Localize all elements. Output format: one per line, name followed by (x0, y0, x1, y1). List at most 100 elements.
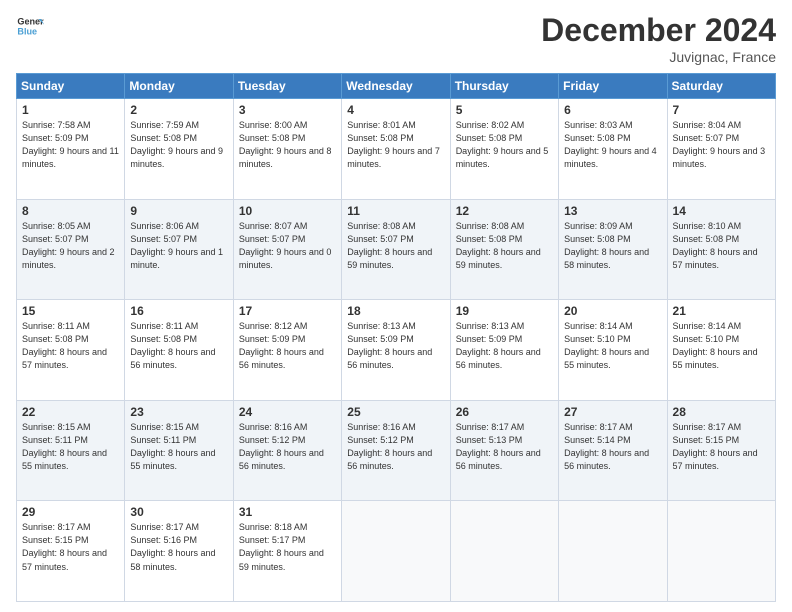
day-number: 17 (239, 304, 336, 318)
table-row: 20 Sunrise: 8:14 AMSunset: 5:10 PMDayligh… (559, 300, 667, 401)
day-info: Sunrise: 8:00 AMSunset: 5:08 PMDaylight:… (239, 119, 336, 171)
table-row (450, 501, 558, 602)
table-row: 7Sunrise: 8:04 AMSunset: 5:07 PMDaylight… (667, 99, 775, 200)
day-number: 27 (564, 405, 661, 419)
day-info: Sunrise: 8:14 AMSunset: 5:10 PMDaylight:… (564, 320, 661, 372)
day-info: Sunrise: 8:18 AMSunset: 5:17 PMDaylight:… (239, 521, 336, 573)
day-info: Sunrise: 7:58 AMSunset: 5:09 PMDaylight:… (22, 119, 119, 171)
table-row: 30Sunrise: 8:17 AMSunset: 5:16 PMDayligh… (125, 501, 233, 602)
table-row: 5 Sunrise: 8:02 AMSunset: 5:08 PMDaylight… (450, 99, 558, 200)
day-number: 14 (673, 204, 770, 218)
day-number: 19 (456, 304, 553, 318)
day-info: Sunrise: 8:07 AMSunset: 5:07 PMDaylight:… (239, 220, 336, 272)
month-title: December 2024 (541, 12, 776, 49)
table-row: 15 Sunrise: 8:11 AMSunset: 5:08 PMDayligh… (17, 300, 125, 401)
day-info: Sunrise: 8:06 AMSunset: 5:07 PMDaylight:… (130, 220, 227, 272)
day-number: 22 (22, 405, 119, 419)
day-info: Sunrise: 8:17 AMSunset: 5:14 PMDaylight:… (564, 421, 661, 473)
day-number: 23 (130, 405, 227, 419)
day-info: Sunrise: 8:05 AMSunset: 5:07 PMDaylight:… (22, 220, 119, 272)
calendar-week-row: 29 Sunrise: 8:17 AMSunset: 5:15 PMDayligh… (17, 501, 776, 602)
day-number: 5 (456, 103, 553, 117)
header-monday: Monday (125, 74, 233, 99)
day-info: Sunrise: 8:09 AMSunset: 5:08 PMDaylight:… (564, 220, 661, 272)
table-row: 8 Sunrise: 8:05 AMSunset: 5:07 PMDaylight… (17, 199, 125, 300)
day-number: 3 (239, 103, 336, 117)
day-number: 13 (564, 204, 661, 218)
day-number: 11 (347, 204, 444, 218)
day-number: 4 (347, 103, 444, 117)
day-info: Sunrise: 7:59 AMSunset: 5:08 PMDaylight:… (130, 119, 227, 171)
table-row: 21Sunrise: 8:14 AMSunset: 5:10 PMDayligh… (667, 300, 775, 401)
day-number: 21 (673, 304, 770, 318)
day-info: Sunrise: 8:01 AMSunset: 5:08 PMDaylight:… (347, 119, 444, 171)
day-number: 16 (130, 304, 227, 318)
table-row: 26 Sunrise: 8:17 AMSunset: 5:13 PMDayligh… (450, 400, 558, 501)
day-info: Sunrise: 8:17 AMSunset: 5:15 PMDaylight:… (22, 521, 119, 573)
header-thursday: Thursday (450, 74, 558, 99)
day-info: Sunrise: 8:15 AMSunset: 5:11 PMDaylight:… (130, 421, 227, 473)
table-row: 22 Sunrise: 8:15 AMSunset: 5:11 PMDayligh… (17, 400, 125, 501)
table-row: 9 Sunrise: 8:06 AMSunset: 5:07 PMDaylight… (125, 199, 233, 300)
table-row: 10 Sunrise: 8:07 AMSunset: 5:07 PMDayligh… (233, 199, 341, 300)
day-number: 12 (456, 204, 553, 218)
day-info: Sunrise: 8:13 AMSunset: 5:09 PMDaylight:… (347, 320, 444, 372)
header-friday: Friday (559, 74, 667, 99)
day-number: 24 (239, 405, 336, 419)
day-number: 26 (456, 405, 553, 419)
day-number: 25 (347, 405, 444, 419)
svg-text:Blue: Blue (17, 26, 37, 36)
table-row: 25 Sunrise: 8:16 AMSunset: 5:12 PMDayligh… (342, 400, 450, 501)
table-row: 29 Sunrise: 8:17 AMSunset: 5:15 PMDayligh… (17, 501, 125, 602)
day-number: 10 (239, 204, 336, 218)
table-row (667, 501, 775, 602)
table-row: 4 Sunrise: 8:01 AMSunset: 5:08 PMDaylight… (342, 99, 450, 200)
day-number: 31 (239, 505, 336, 519)
table-row: 18 Sunrise: 8:13 AMSunset: 5:09 PMDayligh… (342, 300, 450, 401)
table-row (559, 501, 667, 602)
day-info: Sunrise: 8:03 AMSunset: 5:08 PMDaylight:… (564, 119, 661, 171)
day-number: 20 (564, 304, 661, 318)
table-row: 17 Sunrise: 8:12 AMSunset: 5:09 PMDayligh… (233, 300, 341, 401)
table-row: 3 Sunrise: 8:00 AMSunset: 5:08 PMDaylight… (233, 99, 341, 200)
header: General Blue December 2024 Juvignac, Fra… (16, 12, 776, 65)
calendar-week-row: 1Sunrise: 7:58 AMSunset: 5:09 PMDaylight… (17, 99, 776, 200)
day-info: Sunrise: 8:16 AMSunset: 5:12 PMDaylight:… (239, 421, 336, 473)
day-number: 15 (22, 304, 119, 318)
table-row: 13 Sunrise: 8:09 AMSunset: 5:08 PMDayligh… (559, 199, 667, 300)
calendar-header-row: Sunday Monday Tuesday Wednesday Thursday… (17, 74, 776, 99)
day-info: Sunrise: 8:17 AMSunset: 5:15 PMDaylight:… (673, 421, 770, 473)
calendar-week-row: 15 Sunrise: 8:11 AMSunset: 5:08 PMDayligh… (17, 300, 776, 401)
day-info: Sunrise: 8:16 AMSunset: 5:12 PMDaylight:… (347, 421, 444, 473)
table-row: 12Sunrise: 8:08 AMSunset: 5:08 PMDayligh… (450, 199, 558, 300)
table-row (342, 501, 450, 602)
day-number: 6 (564, 103, 661, 117)
day-info: Sunrise: 8:15 AMSunset: 5:11 PMDaylight:… (22, 421, 119, 473)
day-number: 30 (130, 505, 227, 519)
calendar-week-row: 22 Sunrise: 8:15 AMSunset: 5:11 PMDayligh… (17, 400, 776, 501)
day-info: Sunrise: 8:11 AMSunset: 5:08 PMDaylight:… (22, 320, 119, 372)
day-number: 28 (673, 405, 770, 419)
day-number: 9 (130, 204, 227, 218)
logo-icon: General Blue (16, 12, 44, 40)
table-row: 28 Sunrise: 8:17 AMSunset: 5:15 PMDayligh… (667, 400, 775, 501)
calendar-table: Sunday Monday Tuesday Wednesday Thursday… (16, 73, 776, 602)
location: Juvignac, France (541, 49, 776, 65)
table-row: 24 Sunrise: 8:16 AMSunset: 5:12 PMDayligh… (233, 400, 341, 501)
day-number: 8 (22, 204, 119, 218)
svg-text:General: General (17, 17, 44, 27)
table-row: 27 Sunrise: 8:17 AMSunset: 5:14 PMDayligh… (559, 400, 667, 501)
day-number: 7 (673, 103, 770, 117)
day-info: Sunrise: 8:11 AMSunset: 5:08 PMDaylight:… (130, 320, 227, 372)
table-row: 31 Sunrise: 8:18 AMSunset: 5:17 PMDayligh… (233, 501, 341, 602)
day-info: Sunrise: 8:08 AMSunset: 5:07 PMDaylight:… (347, 220, 444, 272)
day-number: 18 (347, 304, 444, 318)
day-info: Sunrise: 8:02 AMSunset: 5:08 PMDaylight:… (456, 119, 553, 171)
table-row: 16 Sunrise: 8:11 AMSunset: 5:08 PMDayligh… (125, 300, 233, 401)
day-info: Sunrise: 8:17 AMSunset: 5:13 PMDaylight:… (456, 421, 553, 473)
day-number: 29 (22, 505, 119, 519)
table-row: 6 Sunrise: 8:03 AMSunset: 5:08 PMDaylight… (559, 99, 667, 200)
title-block: December 2024 Juvignac, France (541, 12, 776, 65)
day-info: Sunrise: 8:12 AMSunset: 5:09 PMDaylight:… (239, 320, 336, 372)
table-row: 23 Sunrise: 8:15 AMSunset: 5:11 PMDayligh… (125, 400, 233, 501)
